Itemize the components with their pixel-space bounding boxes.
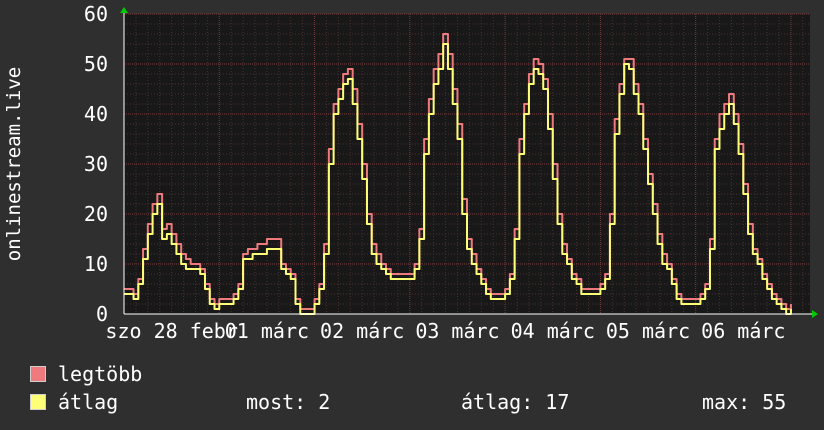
stat-now-label: most: [246, 390, 307, 414]
y-axis-label: onlinestream.live [3, 67, 25, 261]
y-axis: 0102030405060 [84, 2, 108, 326]
stat-now-value: 2 [318, 390, 331, 414]
stat-now: most: 2 [246, 390, 330, 414]
stat-avg-value: 17 [545, 390, 570, 414]
legend-swatch-max [30, 365, 46, 382]
y-tick-label: 40 [84, 102, 108, 126]
x-tick-label: 01 márc [225, 319, 309, 343]
stat-max-value: 55 [762, 390, 787, 414]
y-axis-arrow [120, 7, 128, 13]
stat-avg-label: átlag: [461, 390, 534, 414]
y-tick-label: 60 [84, 2, 108, 26]
y-tick-label: 50 [84, 52, 108, 76]
stat-max-label: max: [702, 390, 751, 414]
stat-max: max: 55 [702, 390, 786, 414]
legend-label-avg: átlag [58, 390, 119, 414]
x-tick-label: 06 márc [701, 319, 785, 343]
x-tick-label: szo 28 febr [105, 319, 237, 343]
legend-swatch-avg [30, 393, 46, 410]
x-tick-label: 03 márc [415, 319, 499, 343]
x-axis-arrow [812, 310, 818, 318]
legend-label-max: legtöbb [58, 362, 143, 386]
chart: 0102030405060 szo 28 febr01 márc 02 márc 0… [3, 2, 818, 343]
legend-item-avg: átlag [30, 390, 118, 414]
x-tick-label: 05 márc [606, 319, 690, 343]
stat-avg: átlag: 17 [461, 390, 569, 414]
x-tick-label: 02 márc [320, 319, 404, 343]
legend-item-max: legtöbb [30, 362, 142, 386]
y-tick-label: 20 [84, 202, 108, 226]
y-tick-label: 10 [84, 252, 108, 276]
x-axis: szo 28 febr01 márc 02 márc 03 márc 04 márc 0… [105, 319, 785, 343]
x-tick-label: 04 márc [511, 319, 595, 343]
y-tick-label: 30 [84, 152, 108, 176]
